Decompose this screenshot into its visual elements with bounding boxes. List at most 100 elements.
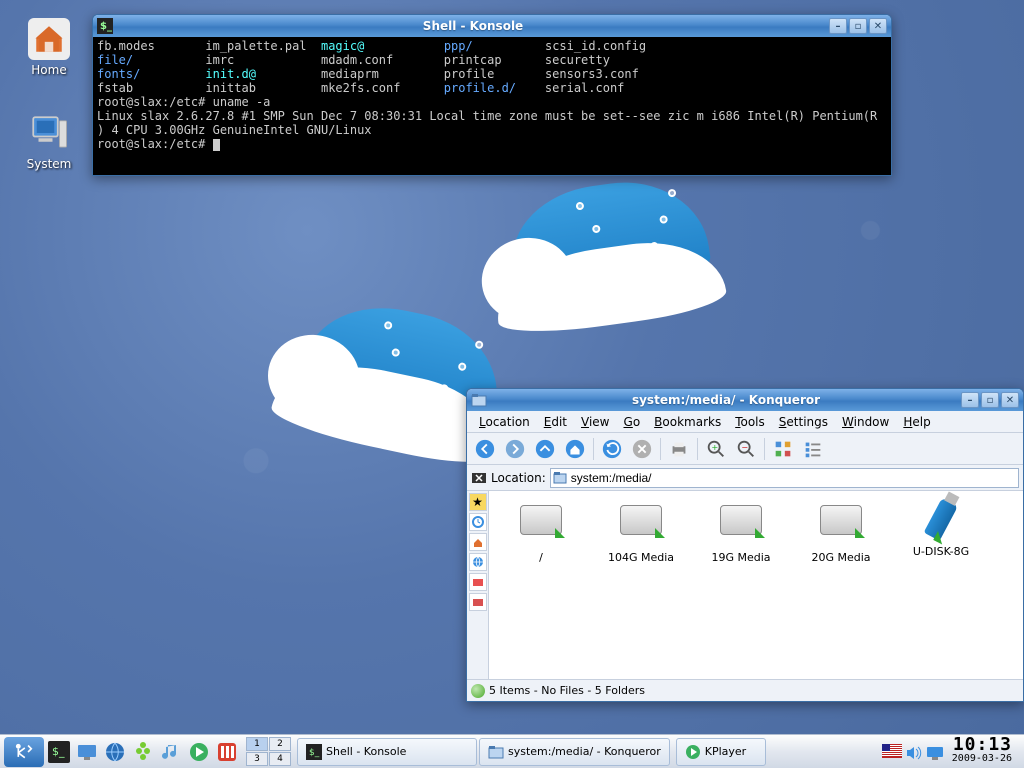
svg-text:−: − [741, 441, 748, 451]
menu-help[interactable]: Help [897, 413, 936, 431]
stop-button[interactable] [628, 436, 656, 462]
desktop-icon-home[interactable]: Home [14, 18, 84, 77]
quicklaunch-play[interactable] [186, 739, 212, 765]
print-button[interactable] [665, 436, 693, 462]
menubar: LocationEditViewGoBookmarksToolsSettings… [467, 411, 1023, 433]
taskbar: $_ 1234 $_ Shell - Konsole system:/media/ … [0, 734, 1024, 768]
quicklaunch-games[interactable] [214, 739, 240, 765]
systray: 10:13 2009-03-26 [878, 738, 1020, 766]
home-icon [28, 18, 70, 60]
drive-item[interactable]: 19G Media [693, 497, 789, 577]
menu-bookmarks[interactable]: Bookmarks [648, 413, 727, 431]
volume-icon[interactable] [904, 744, 922, 760]
usb-icon [917, 499, 965, 541]
svg-text:$_: $_ [100, 21, 112, 32]
harddisk-icon [817, 505, 865, 547]
minimize-button[interactable]: – [961, 392, 979, 408]
sidebar-network-icon[interactable] [469, 553, 487, 571]
status-icon [471, 684, 485, 698]
kmenu-button[interactable] [4, 737, 44, 767]
task-label: Shell - Konsole [326, 745, 406, 758]
location-input[interactable] [550, 468, 1019, 488]
menu-window[interactable]: Window [836, 413, 895, 431]
sidebar-home-icon[interactable] [469, 533, 487, 551]
pager-desktop-3[interactable]: 3 [246, 752, 268, 766]
svg-text:$_: $_ [309, 748, 320, 758]
close-button[interactable]: ✕ [1001, 392, 1019, 408]
folder-icon [471, 392, 487, 408]
drive-item[interactable]: 20G Media [793, 497, 889, 577]
clock-date: 2009-03-26 [952, 752, 1012, 766]
sidebar-root-icon[interactable] [469, 573, 487, 591]
task-label: KPlayer [705, 745, 746, 758]
maximize-button[interactable]: ▫ [849, 18, 867, 34]
menu-settings[interactable]: Settings [773, 413, 834, 431]
quicklaunch-terminal[interactable]: $_ [46, 739, 72, 765]
clock-time: 10:13 [952, 738, 1012, 752]
desktop-icon-system[interactable]: System [14, 112, 84, 171]
menu-edit[interactable]: Edit [538, 413, 573, 431]
sidebar-services-icon[interactable] [469, 593, 487, 611]
zoom-out-button[interactable]: − [732, 436, 760, 462]
konqueror-titlebar[interactable]: system:/media/ - Konqueror – ▫ ✕ [467, 389, 1023, 411]
separator [660, 438, 661, 460]
drive-item[interactable]: 104G Media [593, 497, 689, 577]
forward-button[interactable] [501, 436, 529, 462]
maximize-button[interactable]: ▫ [981, 392, 999, 408]
menu-view[interactable]: View [575, 413, 615, 431]
file-view[interactable]: / 104G Media 19G Media 20G Media U-DISK-8G [489, 491, 1023, 679]
clear-location-button[interactable] [471, 470, 487, 486]
zoom-in-button[interactable]: + [702, 436, 730, 462]
taskbar-task[interactable]: system:/media/ - Konqueror [479, 738, 670, 766]
separator [593, 438, 594, 460]
pager-desktop-1[interactable]: 1 [246, 737, 268, 751]
quicklaunch-browser[interactable] [102, 739, 128, 765]
quicklaunch-im[interactable] [130, 739, 156, 765]
sidebar-bookmarks-icon[interactable]: ★ [469, 493, 487, 511]
window-title: Shell - Konsole [117, 19, 829, 33]
view-list-button[interactable] [799, 436, 827, 462]
konqueror-window: system:/media/ - Konqueror – ▫ ✕ Locatio… [466, 388, 1024, 702]
location-bar: Location: [467, 465, 1023, 491]
player-icon [685, 744, 701, 760]
harddisk-icon [717, 505, 765, 547]
drive-label: 104G Media [593, 551, 689, 564]
terminal-output[interactable]: fb.modes im_palette.pal magic@ ppp/ scsi… [93, 37, 891, 175]
menu-go[interactable]: Go [618, 413, 647, 431]
pager-desktop-4[interactable]: 4 [269, 752, 291, 766]
taskbar-task[interactable]: $_ Shell - Konsole [297, 738, 477, 766]
view-icons-button[interactable] [769, 436, 797, 462]
minimize-button[interactable]: – [829, 18, 847, 34]
konsole-titlebar[interactable]: $_ Shell - Konsole – ▫ ✕ [93, 15, 891, 37]
quicklaunch-music[interactable] [158, 739, 184, 765]
menu-location[interactable]: Location [473, 413, 536, 431]
separator [764, 438, 765, 460]
home-button[interactable] [561, 436, 589, 462]
harddisk-icon [517, 505, 565, 547]
sidebar-history-icon[interactable] [469, 513, 487, 531]
taskbar-task[interactable]: KPlayer [676, 738, 766, 766]
reload-button[interactable] [598, 436, 626, 462]
display-icon[interactable] [926, 744, 944, 760]
drive-item[interactable]: U-DISK-8G [893, 497, 989, 577]
drive-label: / [493, 551, 589, 564]
desktop-icon-label: System [27, 157, 72, 171]
drive-label: 20G Media [793, 551, 889, 564]
clock[interactable]: 10:13 2009-03-26 [948, 738, 1016, 766]
close-button[interactable]: ✕ [869, 18, 887, 34]
terminal-icon: $_ [97, 18, 113, 34]
drive-label: 19G Media [693, 551, 789, 564]
back-button[interactable] [471, 436, 499, 462]
menu-tools[interactable]: Tools [729, 413, 771, 431]
quicklaunch-desktop[interactable] [74, 739, 100, 765]
toolbar: + − [467, 433, 1023, 465]
flag-icon[interactable] [882, 744, 900, 760]
task-label: system:/media/ - Konqueror [508, 745, 661, 758]
separator [697, 438, 698, 460]
drive-item[interactable]: / [493, 497, 589, 577]
pager-desktop-2[interactable]: 2 [269, 737, 291, 751]
up-button[interactable] [531, 436, 559, 462]
window-title: system:/media/ - Konqueror [491, 393, 961, 407]
status-text: 5 Items - No Files - 5 Folders [489, 684, 645, 697]
harddisk-icon [617, 505, 665, 547]
